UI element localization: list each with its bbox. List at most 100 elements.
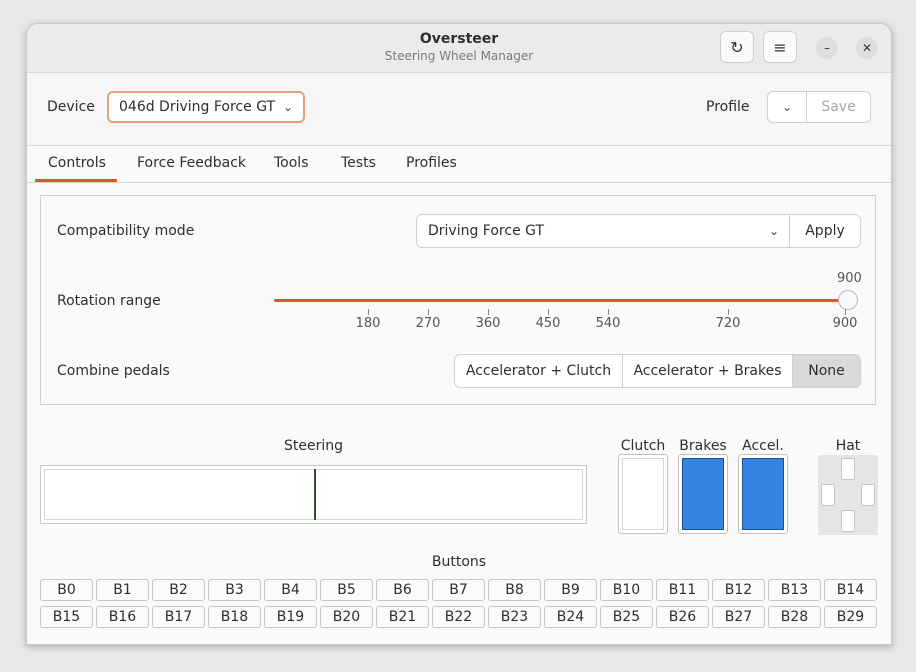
hat-down-indicator bbox=[841, 510, 855, 532]
minimize-icon: – bbox=[824, 41, 830, 55]
joystick-button-indicator: B2 bbox=[152, 579, 205, 601]
joystick-button-indicator: B27 bbox=[712, 606, 765, 628]
joystick-button-indicator: B3 bbox=[208, 579, 261, 601]
joystick-button-indicator: B8 bbox=[488, 579, 541, 601]
joystick-button-indicator: B9 bbox=[544, 579, 597, 601]
tab-force-feedback[interactable]: Force Feedback bbox=[137, 155, 246, 171]
joystick-button-indicator: B24 bbox=[544, 606, 597, 628]
joystick-button-indicator: B6 bbox=[376, 579, 429, 601]
profile-controls: ⌄ Save bbox=[767, 91, 871, 123]
joystick-button-indicator: B1 bbox=[96, 579, 149, 601]
refresh-icon: ↻ bbox=[730, 37, 744, 57]
app-window: Oversteer Steering Wheel Manager ↻ ≡ – ✕… bbox=[26, 23, 892, 645]
slider-tick bbox=[548, 309, 549, 315]
apply-button[interactable]: Apply bbox=[789, 214, 861, 248]
accel-label: Accel. bbox=[742, 438, 784, 454]
combine-none-button[interactable]: None bbox=[793, 355, 860, 387]
joystick-button-indicator: B20 bbox=[320, 606, 373, 628]
slider-tick-label: 180 bbox=[355, 316, 381, 331]
combine-pedals-group: Accelerator + Clutch Accelerator + Brake… bbox=[454, 354, 861, 388]
tab-controls[interactable]: Controls bbox=[48, 155, 106, 171]
controls-panel: Compatibility mode Driving Force GT ⌄ Ap… bbox=[40, 195, 876, 405]
slider-tick-label: 360 bbox=[475, 316, 501, 331]
active-tab-indicator bbox=[35, 179, 117, 182]
joystick-button-indicator: B26 bbox=[656, 606, 709, 628]
combine-pedals-label: Combine pedals bbox=[57, 363, 170, 379]
slider-tick-label: 720 bbox=[715, 316, 741, 331]
chevron-down-icon: ⌄ bbox=[781, 100, 793, 114]
tab-tests[interactable]: Tests bbox=[341, 155, 376, 171]
joystick-button-indicator: B12 bbox=[712, 579, 765, 601]
tab-tools[interactable]: Tools bbox=[274, 155, 309, 171]
compat-mode-combo[interactable]: Driving Force GT ⌄ bbox=[416, 214, 790, 248]
minimize-button[interactable]: – bbox=[816, 37, 838, 59]
device-combo[interactable]: 046d Driving Force GT ⌄ bbox=[107, 91, 305, 123]
chevron-down-icon: ⌄ bbox=[768, 224, 779, 238]
joystick-button-indicator: B28 bbox=[768, 606, 821, 628]
hat-indicator bbox=[818, 455, 878, 535]
header-bar: Oversteer Steering Wheel Manager ↻ ≡ – ✕ bbox=[27, 24, 891, 73]
brakes-bar bbox=[678, 454, 728, 534]
tab-bar: Controls Force Feedback Tools Tests Prof… bbox=[27, 146, 891, 183]
slider-tick bbox=[368, 309, 369, 315]
brakes-label: Brakes bbox=[679, 438, 727, 454]
close-icon: ✕ bbox=[861, 41, 873, 55]
close-button[interactable]: ✕ bbox=[856, 37, 878, 59]
slider-tick bbox=[845, 309, 846, 315]
rotation-range-slider[interactable] bbox=[274, 299, 849, 302]
slider-tick bbox=[608, 309, 609, 315]
accel-level bbox=[742, 458, 784, 530]
joystick-button-indicator: B21 bbox=[376, 606, 429, 628]
clutch-label: Clutch bbox=[620, 438, 666, 454]
rotation-slider-handle[interactable] bbox=[838, 290, 858, 310]
hat-left-indicator bbox=[821, 484, 835, 506]
compat-mode-value: Driving Force GT bbox=[428, 223, 545, 239]
combine-accel-clutch-button[interactable]: Accelerator + Clutch bbox=[455, 355, 623, 387]
joystick-button-indicator: B4 bbox=[264, 579, 317, 601]
clutch-bar bbox=[618, 454, 668, 534]
rotation-range-label: Rotation range bbox=[57, 293, 161, 309]
hat-up-indicator bbox=[841, 458, 855, 480]
slider-tick-label: 450 bbox=[535, 316, 561, 331]
profile-dropdown-button[interactable]: ⌄ bbox=[768, 92, 807, 122]
profile-label: Profile bbox=[706, 99, 750, 115]
slider-tick bbox=[428, 309, 429, 315]
clutch-level bbox=[622, 458, 664, 530]
buttons-label: Buttons bbox=[431, 554, 487, 570]
steering-label: Steering bbox=[283, 438, 343, 454]
chevron-down-icon: ⌄ bbox=[282, 100, 293, 114]
window-subtitle: Steering Wheel Manager bbox=[384, 49, 534, 63]
joystick-button-indicator: B7 bbox=[432, 579, 485, 601]
hat-label: Hat bbox=[835, 438, 861, 454]
compat-mode-label: Compatibility mode bbox=[57, 223, 195, 239]
refresh-button[interactable]: ↻ bbox=[720, 31, 754, 63]
window-title: Oversteer bbox=[419, 31, 499, 47]
slider-tick-label: 540 bbox=[595, 316, 621, 331]
slider-tick bbox=[488, 309, 489, 315]
joystick-button-indicator: B15 bbox=[40, 606, 93, 628]
joystick-button-indicator: B23 bbox=[488, 606, 541, 628]
joystick-button-indicator: B16 bbox=[96, 606, 149, 628]
joystick-button-indicator: B14 bbox=[824, 579, 877, 601]
joystick-button-indicator: B29 bbox=[824, 606, 877, 628]
combine-accel-brakes-button[interactable]: Accelerator + Brakes bbox=[623, 355, 793, 387]
rotation-range-value: 900 bbox=[837, 271, 862, 286]
joystick-button-indicator: B10 bbox=[600, 579, 653, 601]
slider-tick-label: 270 bbox=[415, 316, 441, 331]
steering-position-marker bbox=[313, 469, 316, 520]
device-combo-value: 046d Driving Force GT bbox=[119, 99, 276, 115]
slider-tick bbox=[728, 309, 729, 315]
save-profile-button[interactable]: Save bbox=[807, 92, 870, 122]
joystick-button-indicator: B22 bbox=[432, 606, 485, 628]
joystick-button-indicator: B5 bbox=[320, 579, 373, 601]
brakes-level bbox=[682, 458, 724, 530]
device-label: Device bbox=[47, 99, 95, 115]
joystick-button-indicator: B11 bbox=[656, 579, 709, 601]
accel-bar bbox=[738, 454, 788, 534]
joystick-button-indicator: B13 bbox=[768, 579, 821, 601]
steering-indicator bbox=[40, 465, 587, 524]
menu-button[interactable]: ≡ bbox=[763, 31, 797, 63]
joystick-button-indicator: B19 bbox=[264, 606, 317, 628]
hat-right-indicator bbox=[861, 484, 875, 506]
tab-profiles[interactable]: Profiles bbox=[406, 155, 457, 171]
